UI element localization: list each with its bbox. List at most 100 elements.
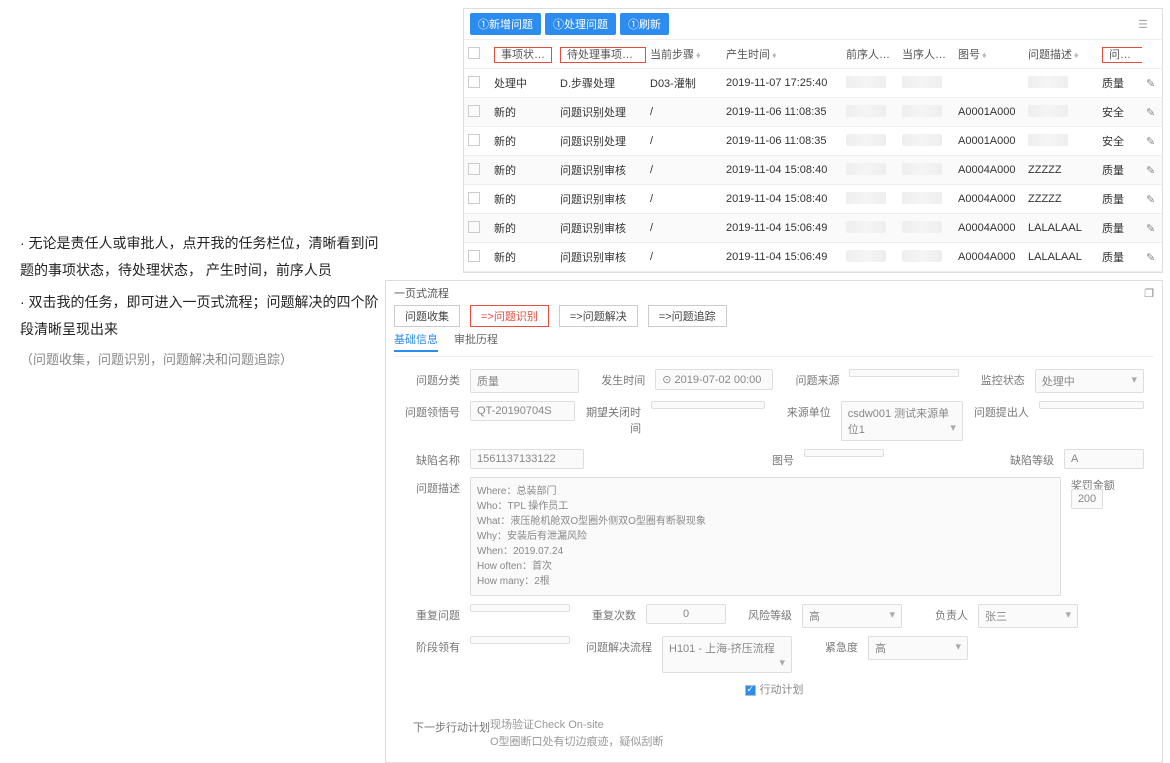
cell-time: 2019-11-06 11:08:35: [722, 98, 842, 127]
row-checkbox[interactable]: [468, 192, 480, 204]
cell-curr: [898, 214, 954, 243]
input-category[interactable]: 质量: [470, 369, 579, 393]
label-number: 问题领悟号: [404, 401, 460, 420]
edit-icon[interactable]: [1146, 223, 1155, 235]
next-step-row: 下一步行动计划 现场验证Check On-siteO型圈断口处有切边痕迹，疑似刮…: [394, 711, 1154, 750]
col-status[interactable]: 事项状态♦: [490, 40, 556, 69]
tab-track[interactable]: =>问题追踪: [648, 305, 727, 327]
cell-step: D03-灌制: [646, 69, 722, 98]
edit-icon[interactable]: [1146, 194, 1155, 206]
cell-curr: [898, 69, 954, 98]
select-monitor[interactable]: 处理中▾: [1035, 369, 1144, 393]
label-draw: 图号: [594, 449, 794, 468]
label-expect: 期望关闭时间: [585, 401, 641, 436]
edit-icon[interactable]: [1146, 107, 1155, 119]
subtab-approval[interactable]: 审批历程: [454, 331, 498, 352]
input-part[interactable]: 1561137133122: [470, 449, 584, 469]
select-urgency[interactable]: 高▾: [868, 636, 968, 660]
row-checkbox[interactable]: [468, 163, 480, 175]
row-checkbox[interactable]: [468, 105, 480, 117]
input-award[interactable]: 200: [1071, 489, 1103, 509]
select-unit[interactable]: csdw001 测试来源单位1▾: [841, 401, 963, 441]
cell-cat: 质量: [1098, 243, 1142, 272]
input-number[interactable]: QT-20190704S: [470, 401, 575, 421]
cell-time: 2019-11-04 15:08:40: [722, 156, 842, 185]
issue-form: 问题分类 质量 发生时间 ⊙ 2019-07-02 00:00 问题来源 监控状…: [394, 363, 1154, 711]
refresh-button[interactable]: ①刷新: [620, 13, 669, 35]
row-checkbox[interactable]: [468, 221, 480, 233]
textarea-desc[interactable]: Where：总装部门Who：TPL 操作员工What：液压舱机舱双O型圈外侧双O…: [470, 477, 1061, 596]
select-risk[interactable]: 高▾: [802, 604, 902, 628]
cell-cat: 安全: [1098, 127, 1142, 156]
col-desc[interactable]: 问题描述♦: [1024, 40, 1098, 69]
label-flow: 问题解决流程: [580, 636, 652, 655]
cell-desc: [1024, 69, 1098, 98]
cell-desc: [1024, 127, 1098, 156]
tab-identify[interactable]: =>问题识别: [470, 305, 549, 327]
table-header-row: 事项状态♦ 待处理事项类.. 当前步骤♦ 产生时间♦ 前序人员♦ 当序人员♦ 图…: [464, 40, 1162, 69]
cell-cat: 质量: [1098, 69, 1142, 98]
menu-icon[interactable]: ☰: [1138, 18, 1156, 31]
label-desc: 问题描述: [404, 477, 460, 496]
label-repeat-n: 重复次数: [580, 604, 636, 623]
select-owner[interactable]: 张三▾: [978, 604, 1078, 628]
cell-step: /: [646, 243, 722, 272]
input-level[interactable]: A: [1064, 449, 1144, 469]
handle-issue-button[interactable]: ①处理问题: [545, 13, 616, 35]
edit-icon[interactable]: [1146, 165, 1155, 177]
cell-curr: [898, 156, 954, 185]
duplicate-icon[interactable]: ❐: [1144, 287, 1154, 300]
col-draw[interactable]: 图号♦: [954, 40, 1024, 69]
cell-cat: 质量: [1098, 214, 1142, 243]
input-phase[interactable]: [470, 636, 570, 644]
col-prev[interactable]: 前序人员♦: [842, 40, 898, 69]
input-draw[interactable]: [804, 449, 884, 457]
input-repeat[interactable]: [470, 604, 570, 612]
edit-icon[interactable]: [1146, 78, 1155, 90]
col-step[interactable]: 当前步骤♦: [646, 40, 722, 69]
table-row[interactable]: 新的 问题识别审核 / 2019-11-04 15:08:40 A0004A00…: [464, 185, 1162, 214]
edit-icon[interactable]: [1146, 136, 1155, 148]
input-source[interactable]: [849, 369, 958, 377]
select-all-checkbox[interactable]: [468, 47, 480, 59]
new-issue-button[interactable]: ①新增问题: [470, 13, 541, 35]
note-sub: （问题收集，问题识别，问题解决和问题追踪）: [20, 348, 380, 373]
col-cat[interactable]: 问题分类: [1098, 40, 1142, 69]
input-time[interactable]: ⊙ 2019-07-02 00:00: [655, 369, 773, 390]
cell-curr: [898, 243, 954, 272]
input-expect[interactable]: [651, 401, 765, 409]
row-checkbox[interactable]: [468, 76, 480, 88]
table-row[interactable]: 新的 问题识别处理 / 2019-11-06 11:08:35 A0001A00…: [464, 98, 1162, 127]
table-row[interactable]: 新的 问题识别审核 / 2019-11-04 15:06:49 A0004A00…: [464, 214, 1162, 243]
cell-draw: A0001A000: [954, 98, 1024, 127]
label-source: 问题来源: [783, 369, 839, 388]
cell-curr: [898, 127, 954, 156]
table-row[interactable]: 新的 问题识别审核 / 2019-11-04 15:08:40 A0004A00…: [464, 156, 1162, 185]
cell-cat: 质量: [1098, 156, 1142, 185]
table-row[interactable]: 新的 问题识别审核 / 2019-11-04 15:06:49 A0004A00…: [464, 243, 1162, 272]
row-checkbox[interactable]: [468, 250, 480, 262]
cell-draw: [954, 69, 1024, 98]
cell-desc: LALALAAL: [1024, 243, 1098, 272]
stage-tabs: 问题收集 =>问题识别 =>问题解决 =>问题追踪: [394, 305, 1154, 327]
action-plan-checkbox[interactable]: 行动计划: [745, 681, 804, 697]
select-flow[interactable]: H101 - 上海-挤压流程▾: [662, 636, 792, 673]
tab-collect[interactable]: 问题收集: [394, 305, 460, 327]
table-row[interactable]: 新的 问题识别处理 / 2019-11-06 11:08:35 A0001A00…: [464, 127, 1162, 156]
col-time[interactable]: 产生时间♦: [722, 40, 842, 69]
col-curr[interactable]: 当序人员♦: [898, 40, 954, 69]
label-next: 下一步行动计划: [404, 717, 490, 750]
cell-prev: [842, 214, 898, 243]
tab-solve[interactable]: =>问题解决: [559, 305, 638, 327]
cell-draw: A0004A000: [954, 243, 1024, 272]
input-repeat-n[interactable]: 0: [646, 604, 726, 624]
edit-icon[interactable]: [1146, 252, 1155, 264]
input-reporter[interactable]: [1039, 401, 1144, 409]
table-row[interactable]: 处理中 D.步骤处理 D03-灌制 2019-11-07 17:25:40 质量: [464, 69, 1162, 98]
subtab-basic[interactable]: 基础信息: [394, 331, 438, 352]
label-category: 问题分类: [404, 369, 460, 388]
col-pending[interactable]: 待处理事项类..: [556, 40, 646, 69]
row-checkbox[interactable]: [468, 134, 480, 146]
cell-time: 2019-11-04 15:08:40: [722, 185, 842, 214]
cell-status: 新的: [490, 98, 556, 127]
